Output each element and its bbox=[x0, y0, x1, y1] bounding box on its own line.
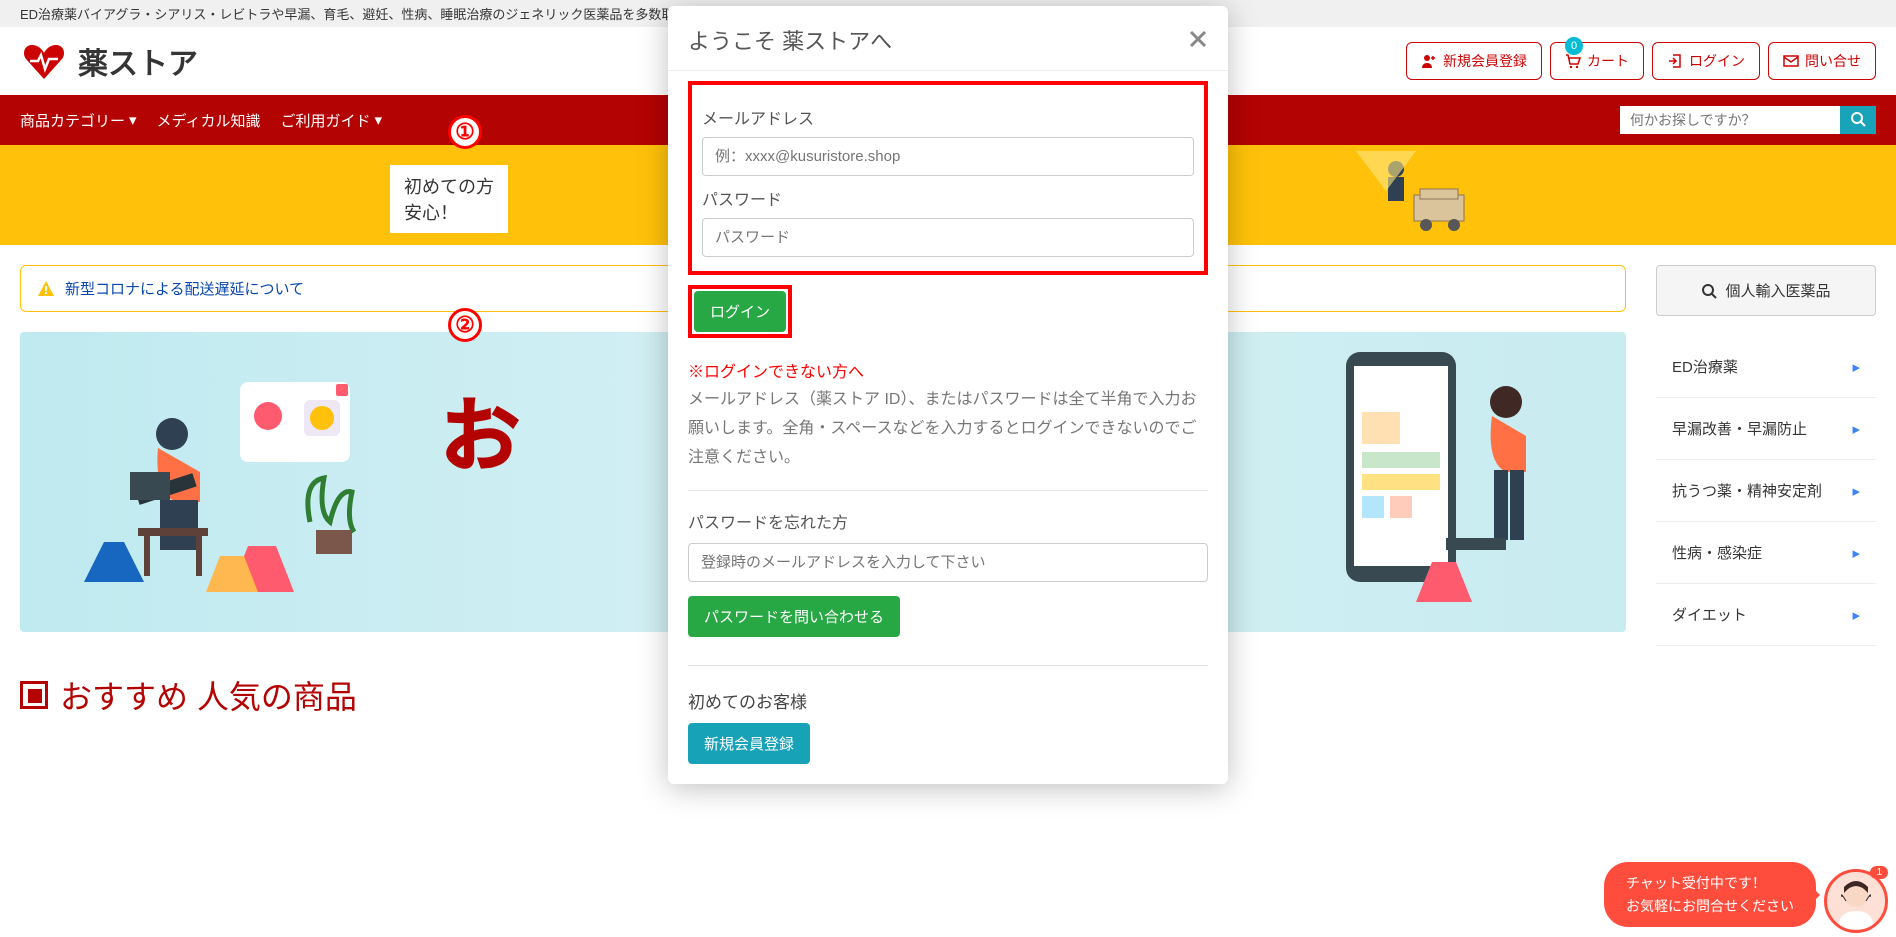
modal-close-button[interactable] bbox=[1188, 24, 1208, 56]
chevron-down-icon: ▾ bbox=[375, 111, 383, 129]
hero-illustration-right bbox=[1346, 352, 1566, 622]
modal-title: ようこそ 薬ストアへ bbox=[688, 24, 892, 56]
register-label: 新規会員登録 bbox=[1443, 51, 1527, 71]
sidebar-item-dideterrent[interactable]: ダイエット▸ bbox=[1656, 584, 1876, 646]
nav-categories[interactable]: 商品カテゴリー ▾ bbox=[20, 110, 137, 131]
password-label: パスワード bbox=[702, 186, 1194, 210]
envelope-icon bbox=[1783, 53, 1799, 69]
warning-icon bbox=[37, 280, 55, 298]
forgot-email-input[interactable] bbox=[688, 543, 1208, 582]
email-label: メールアドレス bbox=[702, 105, 1194, 129]
chat-line1: チャット受付中です！ bbox=[1626, 872, 1794, 894]
chevron-right-icon: ▸ bbox=[1852, 606, 1860, 624]
login-note-body: メールアドレス（薬ストア ID）、またはパスワードは全て半角で入力お願いします。… bbox=[688, 386, 1208, 491]
register-button[interactable]: 新規会員登録 bbox=[1406, 42, 1542, 80]
chevron-down-icon: ▾ bbox=[129, 111, 137, 129]
search-box bbox=[1620, 106, 1876, 134]
chevron-right-icon: ▸ bbox=[1852, 544, 1860, 562]
square-icon bbox=[20, 681, 48, 709]
sidebar-item-premature[interactable]: 早漏改善・早漏防止▸ bbox=[1656, 398, 1876, 460]
chat-bubble[interactable]: チャット受付中です！ お気軽にお問合せください bbox=[1604, 862, 1816, 927]
hero-big-text: お bbox=[440, 372, 520, 488]
chat-unread-badge: 1 bbox=[1870, 866, 1888, 879]
first-time-label: 初めてのお客様 bbox=[688, 665, 1208, 713]
login-button-highlight: ログイン bbox=[688, 285, 792, 338]
logo-text: 薬ストア bbox=[78, 39, 198, 83]
nav-guide[interactable]: ご利用ガイド ▾ bbox=[281, 110, 383, 131]
header-buttons: 新規会員登録 0 カート ログイン 問い合せ bbox=[1406, 42, 1876, 80]
contact-button[interactable]: 問い合せ bbox=[1768, 42, 1876, 80]
modal-register-button[interactable]: 新規会員登録 bbox=[688, 723, 810, 764]
submit-login-button[interactable]: ログイン bbox=[694, 291, 786, 332]
cart-label: カート bbox=[1587, 51, 1629, 71]
sidebar: 個人輸入医薬品 ED治療薬▸ 早漏改善・早漏防止▸ 抗うつ薬・精神安定剤▸ 性病… bbox=[1656, 265, 1876, 718]
sidebar-category-list: ED治療薬▸ 早漏改善・早漏防止▸ 抗うつ薬・精神安定剤▸ 性病・感染症▸ ダイ… bbox=[1656, 336, 1876, 646]
forgot-submit-button[interactable]: パスワードを問い合わせる bbox=[688, 596, 900, 637]
banner-text: 初めての方安心！ bbox=[390, 165, 508, 233]
cart-count-badge: 0 bbox=[1565, 37, 1583, 55]
sidebar-search[interactable]: 個人輸入医薬品 bbox=[1656, 265, 1876, 316]
chevron-right-icon: ▸ bbox=[1852, 358, 1860, 376]
hero-illustration-left bbox=[80, 382, 420, 632]
sidebar-item-antidepressant[interactable]: 抗うつ薬・精神安定剤▸ bbox=[1656, 460, 1876, 522]
cart-button[interactable]: 0 カート bbox=[1550, 42, 1644, 80]
heart-pulse-icon bbox=[20, 37, 68, 85]
login-note-title: ※ログインできない方へ bbox=[688, 358, 1208, 382]
login-button[interactable]: ログイン bbox=[1652, 42, 1760, 80]
annotation-2: ② bbox=[448, 308, 482, 342]
login-fields-highlight: メールアドレス パスワード bbox=[688, 81, 1208, 275]
login-label: ログイン bbox=[1689, 51, 1745, 71]
email-input[interactable] bbox=[702, 137, 1194, 176]
user-plus-icon bbox=[1421, 53, 1437, 69]
password-input[interactable] bbox=[702, 218, 1194, 257]
close-icon bbox=[1188, 29, 1208, 49]
sidebar-item-ed[interactable]: ED治療薬▸ bbox=[1656, 336, 1876, 398]
login-modal: ようこそ 薬ストアへ メールアドレス パスワード ログイン ※ログインできない方… bbox=[668, 6, 1228, 784]
search-button[interactable] bbox=[1840, 106, 1876, 134]
site-logo[interactable]: 薬ストア bbox=[20, 37, 198, 85]
operator-avatar-icon bbox=[1828, 873, 1884, 929]
sidebar-search-label: 個人輸入医薬品 bbox=[1725, 280, 1830, 301]
annotation-1: ① bbox=[448, 115, 482, 149]
chat-line2: お気軽にお問合せください bbox=[1626, 895, 1794, 917]
search-input[interactable] bbox=[1620, 106, 1840, 134]
forgot-password-label: パスワードを忘れた方 bbox=[688, 509, 1208, 533]
login-icon bbox=[1667, 53, 1683, 69]
cart-icon bbox=[1565, 53, 1581, 69]
alert-text: 新型コロナによる配送遅延について bbox=[65, 278, 304, 299]
nav-medical[interactable]: メディカル知識 bbox=[157, 110, 261, 131]
search-icon bbox=[1850, 111, 1866, 127]
chevron-right-icon: ▸ bbox=[1852, 420, 1860, 438]
contact-label: 問い合せ bbox=[1805, 51, 1861, 71]
sidebar-item-std[interactable]: 性病・感染症▸ bbox=[1656, 522, 1876, 584]
search-icon bbox=[1701, 283, 1717, 299]
delivery-illustration bbox=[1356, 151, 1476, 237]
chevron-right-icon: ▸ bbox=[1852, 482, 1860, 500]
